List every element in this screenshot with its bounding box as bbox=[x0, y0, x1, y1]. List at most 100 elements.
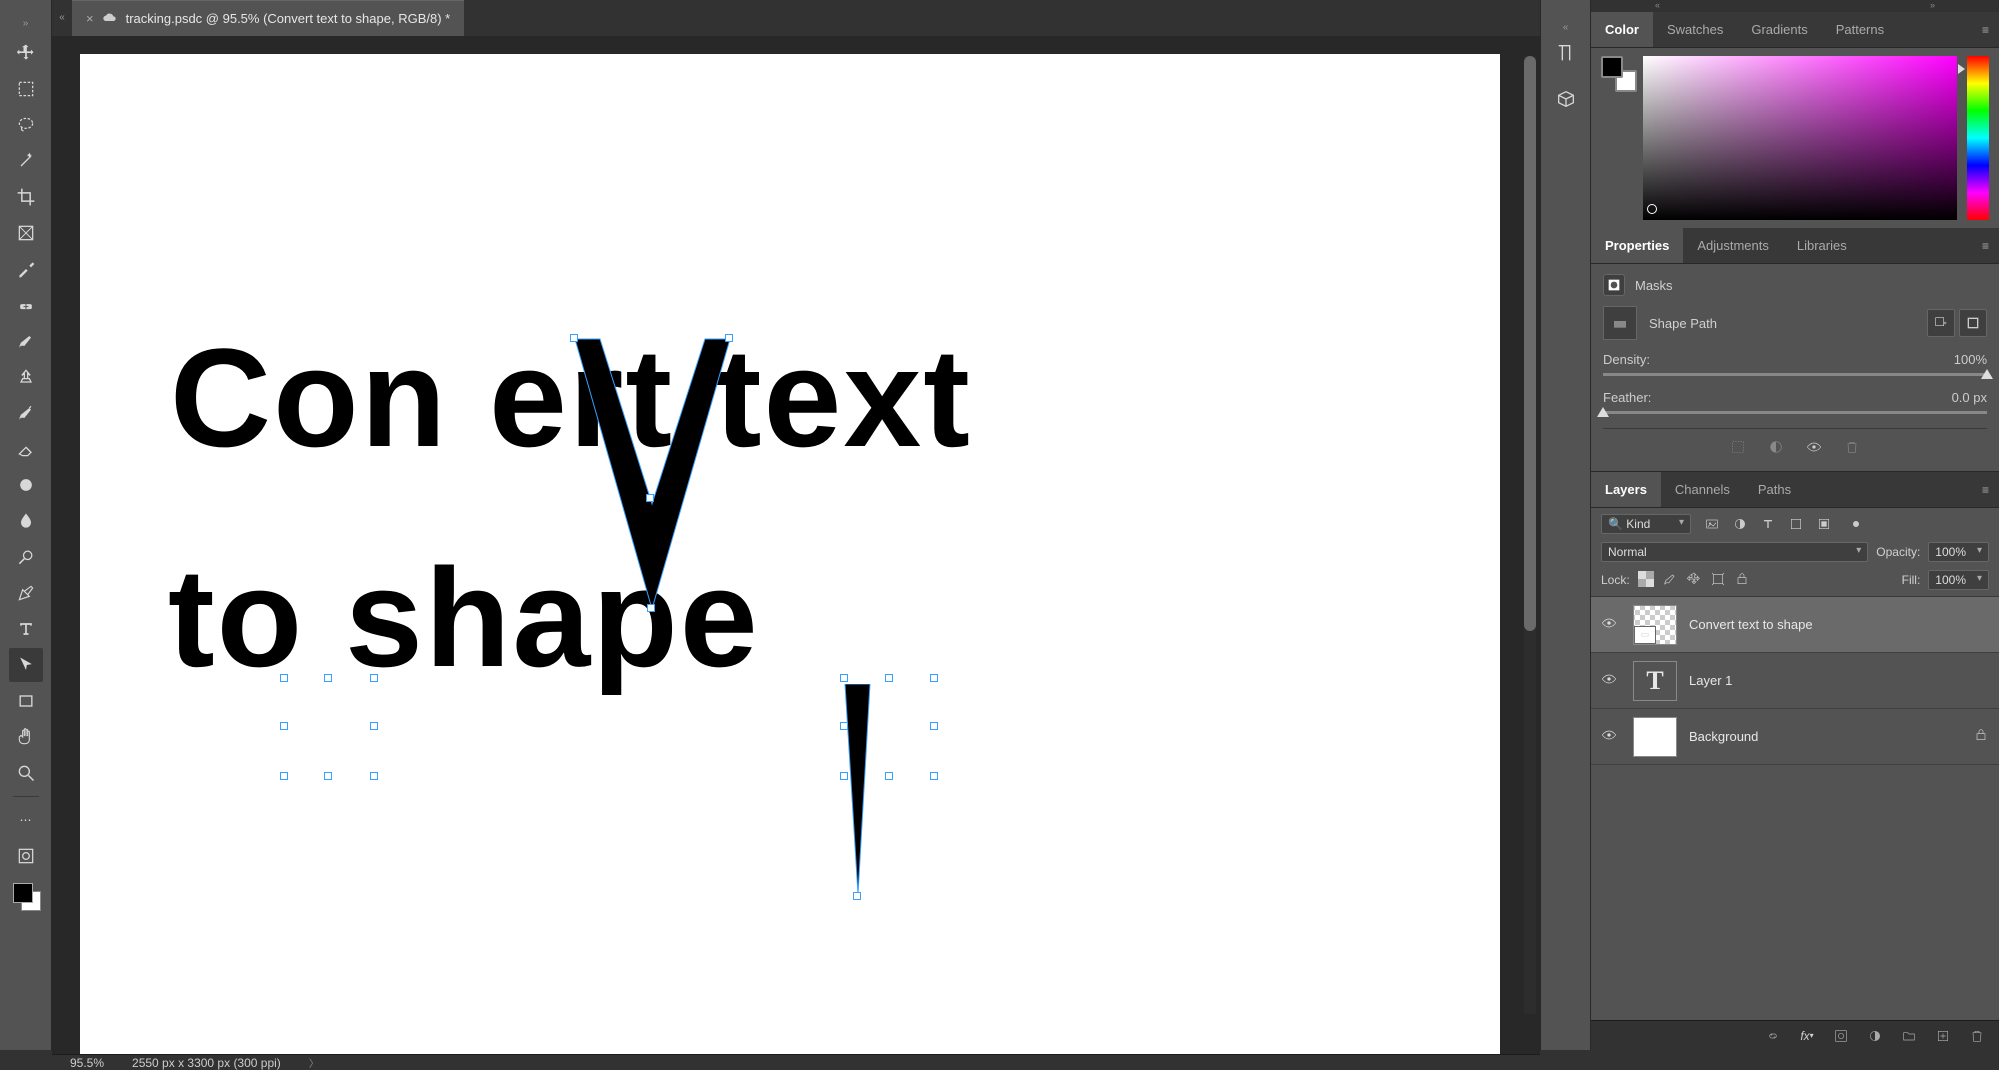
foreground-background-swatch[interactable] bbox=[13, 883, 39, 909]
brush-tool[interactable] bbox=[9, 324, 43, 358]
foreground-color[interactable] bbox=[13, 883, 33, 903]
blur-tool[interactable] bbox=[9, 504, 43, 538]
filter-shape-icon[interactable] bbox=[1787, 515, 1805, 533]
rectangle-tool[interactable] bbox=[9, 684, 43, 718]
eraser-tool[interactable] bbox=[9, 432, 43, 466]
delete-layer-icon[interactable] bbox=[1969, 1028, 1985, 1044]
properties-panel-menu-icon[interactable]: ≡ bbox=[1972, 239, 1999, 253]
layer-name[interactable]: Layer 1 bbox=[1689, 673, 1732, 688]
hue-slider[interactable] bbox=[1967, 56, 1989, 220]
layers-panel-menu-icon[interactable]: ≡ bbox=[1972, 483, 1999, 497]
close-tab-icon[interactable]: × bbox=[86, 11, 94, 26]
new-layer-icon[interactable] bbox=[1935, 1028, 1951, 1044]
quickmask-toggle[interactable] bbox=[9, 839, 43, 873]
density-slider[interactable] bbox=[1603, 373, 1987, 376]
masks-icon bbox=[1603, 274, 1625, 296]
shape-letter-v[interactable] bbox=[570, 334, 740, 627]
select-mask-button[interactable] bbox=[1959, 309, 1987, 337]
move-tool[interactable] bbox=[9, 36, 43, 70]
history-brush-tool[interactable] bbox=[9, 396, 43, 430]
3d-panel-icon[interactable] bbox=[1549, 82, 1583, 116]
invert-mask-icon[interactable] bbox=[1766, 437, 1786, 457]
adjustments-tab[interactable]: Adjustments bbox=[1683, 228, 1783, 263]
filter-adjustment-icon[interactable] bbox=[1731, 515, 1749, 533]
dodge-tool[interactable] bbox=[9, 540, 43, 574]
feather-slider[interactable] bbox=[1603, 411, 1987, 414]
add-mask-button[interactable] bbox=[1927, 309, 1955, 337]
gradient-tool[interactable] bbox=[9, 468, 43, 502]
edit-toolbar-button[interactable]: ⋯ bbox=[9, 803, 43, 837]
density-value[interactable]: 100% bbox=[1954, 352, 1987, 367]
color-field[interactable] bbox=[1643, 56, 1957, 220]
filter-type-icon[interactable] bbox=[1759, 515, 1777, 533]
layer-thumbnail[interactable]: ▭ bbox=[1633, 605, 1677, 645]
status-zoom[interactable]: 95.5% bbox=[70, 1056, 104, 1070]
healing-brush-tool[interactable] bbox=[9, 288, 43, 322]
layer-thumbnail[interactable] bbox=[1633, 717, 1677, 757]
link-layers-icon[interactable] bbox=[1765, 1028, 1781, 1044]
panel-collapse-handle[interactable]: « » bbox=[1591, 0, 1999, 12]
document-tab[interactable]: × tracking.psdc @ 95.5% (Convert text to… bbox=[72, 0, 464, 36]
libraries-tab[interactable]: Libraries bbox=[1783, 228, 1861, 263]
frame-tool[interactable] bbox=[9, 216, 43, 250]
properties-tab[interactable]: Properties bbox=[1591, 228, 1683, 263]
new-group-icon[interactable] bbox=[1901, 1028, 1917, 1044]
feather-value[interactable]: 0.0 px bbox=[1952, 390, 1987, 405]
layer-row[interactable]: Background bbox=[1591, 709, 1999, 765]
color-panel-fgbg[interactable] bbox=[1601, 56, 1633, 88]
lasso-tool[interactable] bbox=[9, 108, 43, 142]
masks-label: Masks bbox=[1635, 278, 1673, 293]
add-mask-icon[interactable] bbox=[1833, 1028, 1849, 1044]
eyedropper-tool[interactable] bbox=[9, 252, 43, 286]
filter-pixel-icon[interactable] bbox=[1703, 515, 1721, 533]
lock-all-icon[interactable] bbox=[1734, 571, 1750, 590]
swatches-tab[interactable]: Swatches bbox=[1653, 12, 1737, 47]
toggle-mask-visibility-icon[interactable] bbox=[1804, 437, 1824, 457]
visibility-toggle-icon[interactable] bbox=[1601, 727, 1621, 746]
canvas-scrollbar-v[interactable] bbox=[1524, 56, 1536, 1014]
paths-tab[interactable]: Paths bbox=[1744, 472, 1805, 507]
lock-position-icon[interactable] bbox=[1686, 571, 1702, 590]
zoom-tool[interactable] bbox=[9, 756, 43, 790]
paragraph-panel-icon[interactable] bbox=[1549, 36, 1583, 70]
crop-tool[interactable] bbox=[9, 180, 43, 214]
layer-name[interactable]: Background bbox=[1689, 729, 1758, 744]
filter-toggle-icon[interactable] bbox=[1847, 515, 1865, 533]
visibility-toggle-icon[interactable] bbox=[1601, 671, 1621, 690]
layer-thumbnail[interactable]: T bbox=[1633, 661, 1677, 701]
delete-mask-icon[interactable] bbox=[1842, 437, 1862, 457]
lock-pixels-icon[interactable] bbox=[1662, 571, 1678, 590]
layers-tab[interactable]: Layers bbox=[1591, 472, 1661, 507]
clone-stamp-tool[interactable] bbox=[9, 360, 43, 394]
layer-style-icon[interactable]: fx▾ bbox=[1799, 1028, 1815, 1044]
lock-transparency-icon[interactable] bbox=[1638, 571, 1654, 590]
layer-row[interactable]: ▭ Convert text to shape bbox=[1591, 597, 1999, 653]
blend-mode-dropdown[interactable]: Normal bbox=[1601, 542, 1868, 562]
magic-wand-tool[interactable] bbox=[9, 144, 43, 178]
status-dimensions: 2550 px x 3300 px (300 ppi) bbox=[132, 1056, 281, 1070]
pen-tool[interactable] bbox=[9, 576, 43, 610]
layer-filter-dropdown[interactable]: 🔍 Kind bbox=[1601, 514, 1691, 534]
fill-dropdown[interactable]: 100% bbox=[1928, 570, 1989, 590]
mask-from-selection-icon[interactable] bbox=[1728, 437, 1748, 457]
opacity-dropdown[interactable]: 100% bbox=[1928, 542, 1989, 562]
visibility-toggle-icon[interactable] bbox=[1601, 615, 1621, 634]
hand-tool[interactable] bbox=[9, 720, 43, 754]
layer-row[interactable]: T Layer 1 bbox=[1591, 653, 1999, 709]
color-tab[interactable]: Color bbox=[1591, 12, 1653, 47]
marquee-tool[interactable] bbox=[9, 72, 43, 106]
filter-smartobject-icon[interactable] bbox=[1815, 515, 1833, 533]
canvas[interactable]: Con ert text to shape bbox=[80, 54, 1500, 1054]
new-adjustment-layer-icon[interactable] bbox=[1867, 1028, 1883, 1044]
layer-name[interactable]: Convert text to shape bbox=[1689, 617, 1813, 632]
color-panel-menu-icon[interactable]: ≡ bbox=[1972, 23, 1999, 37]
patterns-tab[interactable]: Patterns bbox=[1822, 12, 1898, 47]
feather-label: Feather: bbox=[1603, 390, 1651, 405]
shape-letter-p-descender[interactable] bbox=[840, 684, 880, 914]
path-selection-tool[interactable] bbox=[9, 648, 43, 682]
lock-artboard-icon[interactable] bbox=[1710, 571, 1726, 590]
status-chevron-icon[interactable]: 〉 bbox=[309, 1055, 319, 1070]
type-tool[interactable] bbox=[9, 612, 43, 646]
channels-tab[interactable]: Channels bbox=[1661, 472, 1744, 507]
gradients-tab[interactable]: Gradients bbox=[1737, 12, 1821, 47]
